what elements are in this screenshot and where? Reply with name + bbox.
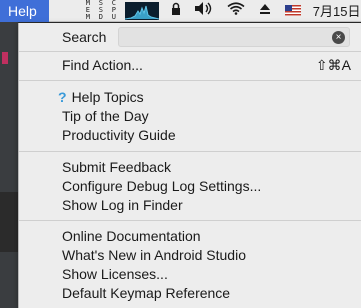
cpu-graph-icon[interactable] [124, 1, 159, 20]
menu-item-show-licenses[interactable]: Show Licenses... [62, 265, 168, 283]
question-mark-icon: ? [58, 89, 67, 105]
menu-separator [19, 220, 361, 221]
help-menu[interactable]: Help [0, 0, 49, 22]
clear-search-icon[interactable]: × [332, 31, 345, 44]
ide-background [0, 22, 18, 308]
ide-tab-marker [2, 52, 8, 64]
menu-item-productivity-guide[interactable]: Productivity Guide [62, 126, 176, 144]
wifi-icon[interactable] [227, 0, 245, 22]
menu-item-label: Help Topics [71, 89, 144, 105]
help-dropdown-menu: Search × Find Action... ⇧⌘A ? Help Topics… [18, 23, 361, 308]
menu-separator [19, 151, 361, 152]
memory-monitor-icon[interactable]: MEM [83, 0, 93, 21]
menu-search-row: Search × [19, 23, 361, 50]
volume-icon[interactable] [194, 0, 213, 22]
cpu-monitor-icon[interactable]: CPU [109, 0, 119, 21]
status-tray: MEM SSD CPU 7月15日 [83, 0, 361, 22]
menu-item-configure-debug-log[interactable]: Configure Debug Log Settings... [62, 177, 261, 195]
lock-icon[interactable] [171, 0, 181, 22]
search-label: Search [62, 29, 107, 45]
menu-bar: Help MEM SSD CPU 7月15日 [0, 0, 361, 22]
menubar-clock[interactable]: 7月15日 [313, 1, 361, 20]
menu-item-tip-of-the-day[interactable]: Tip of the Day [62, 107, 149, 125]
us-flag-icon[interactable] [284, 5, 301, 16]
menu-item-submit-feedback[interactable]: Submit Feedback [62, 158, 171, 176]
find-action-shortcut: ⇧⌘A [315, 57, 351, 73]
menu-item-online-documentation[interactable]: Online Documentation [62, 227, 201, 245]
menu-separator [19, 80, 361, 81]
disk-monitor-icon[interactable]: SSD [96, 0, 106, 21]
menu-item-help-topics[interactable]: ? Help Topics [58, 88, 144, 106]
eject-icon[interactable] [259, 0, 271, 22]
menu-item-default-keymap[interactable]: Default Keymap Reference [62, 284, 230, 302]
menu-item-show-log-in-finder[interactable]: Show Log in Finder [62, 196, 183, 214]
ide-panel [0, 192, 18, 252]
menu-item-find-action[interactable]: Find Action... [62, 56, 143, 74]
menu-separator [19, 51, 361, 52]
menu-item-whats-new[interactable]: What's New in Android Studio [62, 246, 246, 264]
search-input[interactable]: × [118, 27, 350, 47]
